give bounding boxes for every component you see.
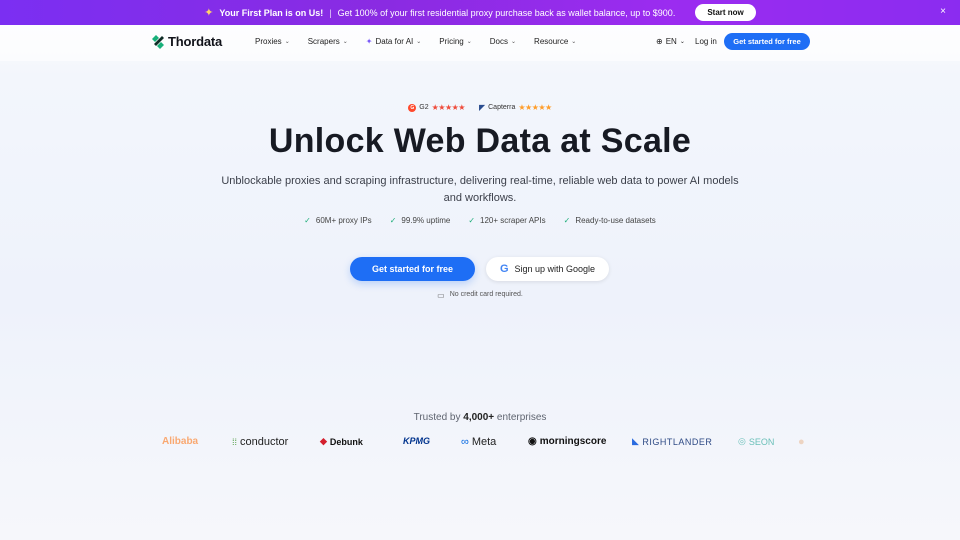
menu-pricing[interactable]: Pricing ⌄ (439, 37, 471, 46)
meta-label: Meta (471, 436, 497, 448)
g2-label: G2 (419, 104, 429, 111)
seon-logo: ◎ SEON (738, 436, 774, 447)
feature-item: ✓ 120+ scraper APIs (468, 216, 545, 225)
hero-title: Unlock Web Data at Scale (268, 122, 692, 160)
kpmg-logo: KPMG (403, 436, 430, 446)
chevron-down-icon: ⌄ (342, 39, 348, 45)
credit-card-off-icon: ▭ (437, 291, 445, 300)
feature-label: 120+ scraper APIs (480, 216, 546, 225)
menu-proxies[interactable]: Proxies ⌄ (255, 37, 290, 46)
g2-stars: ★★★★★ (431, 103, 466, 112)
nav-get-started-button[interactable]: Get started for free (724, 33, 810, 50)
promo-banner: ✦ Your First Plan is on Us! | Get 100% o… (0, 0, 960, 25)
trusted-count: 4,000+ (463, 412, 495, 423)
chevron-down-icon: ⌄ (466, 39, 472, 45)
promo-title: Your First Plan is on Us! (219, 7, 324, 18)
menu-label: Docs (489, 37, 509, 46)
chevron-down-icon: ⌄ (571, 39, 577, 45)
conductor-label: conductor (240, 436, 289, 448)
conductor-mark-icon: ⁞⁞ (232, 437, 238, 447)
capterra-label: Capterra (488, 104, 516, 111)
feature-item: ✓ 99.9% uptime (390, 216, 451, 225)
no-card-label: No credit card required. (449, 291, 523, 298)
sparkle-icon: ✦ (365, 37, 373, 46)
debunk-label: Debunk (329, 436, 363, 447)
conductor-logo: ⁞⁞ conductor (232, 436, 288, 448)
morningscore-label: morningscore (539, 436, 607, 447)
rightlander-label: RIGHTLANDER (642, 436, 713, 447)
trusted-suffix: enterprises (496, 412, 547, 423)
trusted-prefix: Trusted by (413, 412, 461, 423)
promo-separator: | (329, 7, 332, 18)
google-signup-label: Sign up with Google (514, 264, 596, 274)
seon-mark-icon: ◎ (738, 436, 746, 446)
get-started-button[interactable]: Get started for free (350, 257, 475, 281)
check-icon: ✓ (389, 216, 397, 225)
shield-icon: ◆ (320, 436, 327, 446)
feature-item: ✓ Ready-to-use datasets (564, 216, 656, 225)
google-signup-button[interactable]: G Sign up with Google (486, 257, 609, 281)
chevron-down-icon: ⌄ (284, 39, 290, 45)
chevron-down-icon: ⌄ (679, 39, 685, 45)
menu-label: Resource (534, 37, 569, 46)
login-link[interactable]: Log in (695, 37, 717, 46)
menu-label: Data for AI (375, 37, 414, 46)
chevron-down-icon: ⌄ (511, 39, 517, 45)
language-selector[interactable]: ⊕ EN ⌄ (656, 37, 685, 46)
main-menu: Proxies ⌄ Scrapers ⌄ ✦ Data for AI ⌄ Pricing… (255, 37, 594, 46)
logo-strip: Alibaba ⁞⁞ conductor ◆ Debunk KPMG ∞ Meta ◉… (150, 436, 830, 452)
g2-icon: G (408, 103, 417, 112)
partial-logo-icon: ● (798, 436, 805, 448)
menu-scrapers[interactable]: Scrapers ⌄ (308, 37, 348, 46)
chevron-down-icon: ⌄ (416, 39, 422, 45)
feature-label: 99.9% uptime (401, 216, 451, 225)
rightlander-mark-icon: ◣ (632, 436, 640, 446)
g2-rating: G G2 ★★★★★ (408, 103, 465, 112)
close-icon[interactable]: × (940, 6, 946, 17)
menu-label: Pricing (439, 37, 464, 46)
menu-resource[interactable]: Resource ⌄ (534, 37, 576, 46)
no-card-note: ▭ No credit card required. (0, 291, 960, 300)
hero-subtitle: Unblockable proxies and scraping infrast… (221, 175, 739, 204)
alibaba-logo: Alibaba (162, 436, 199, 447)
feature-label: Ready-to-use datasets (575, 216, 656, 225)
feature-list: ✓ 60M+ proxy IPs ✓ 99.9% uptime ✓ 120+ scra… (0, 216, 960, 225)
promo-text: Get 100% of your first residential proxy… (337, 7, 676, 18)
check-icon: ✓ (468, 216, 476, 225)
party-popper-icon: ✦ (204, 7, 214, 19)
ratings: G G2 ★★★★★ ◤ Capterra ★★★★★ (0, 103, 960, 112)
trusted-heading: Trusted by 4,000+ enterprises (0, 412, 960, 423)
capterra-stars: ★★★★★ (518, 103, 552, 112)
menu-data-for-ai[interactable]: ✦ Data for AI ⌄ (366, 37, 422, 46)
seon-label: SEON (748, 436, 775, 447)
feature-label: 60M+ proxy IPs (315, 216, 372, 225)
start-now-button[interactable]: Start now (695, 4, 756, 21)
capterra-rating: ◤ Capterra ★★★★★ (479, 103, 552, 112)
meta-infinity-icon: ∞ (461, 436, 469, 448)
thordata-logo-icon (152, 34, 164, 49)
check-icon: ✓ (563, 216, 571, 225)
language-label: EN (665, 37, 677, 46)
menu-docs[interactable]: Docs ⌄ (490, 37, 516, 46)
rightlander-logo: ◣ RIGHTLANDER (632, 436, 712, 447)
morningscore-logo: ◉ morningscore (528, 436, 606, 447)
debunk-logo: ◆ Debunk (320, 436, 363, 447)
brand-name: Thordata (168, 34, 223, 49)
menu-label: Scrapers (307, 37, 340, 46)
feature-item: ✓ 60M+ proxy IPs (304, 216, 372, 225)
top-nav: Thordata Proxies ⌄ Scrapers ⌄ ✦ Data for AI… (0, 25, 960, 61)
globe-icon: ⊕ (656, 37, 663, 46)
capterra-icon: ◤ (478, 103, 486, 112)
morningscore-mark-icon: ◉ (528, 436, 537, 447)
meta-logo: ∞ Meta (461, 436, 496, 448)
brand-logo[interactable]: Thordata (151, 34, 222, 49)
menu-label: Proxies (255, 37, 282, 46)
check-icon: ✓ (304, 216, 311, 225)
google-icon: G (499, 263, 509, 275)
